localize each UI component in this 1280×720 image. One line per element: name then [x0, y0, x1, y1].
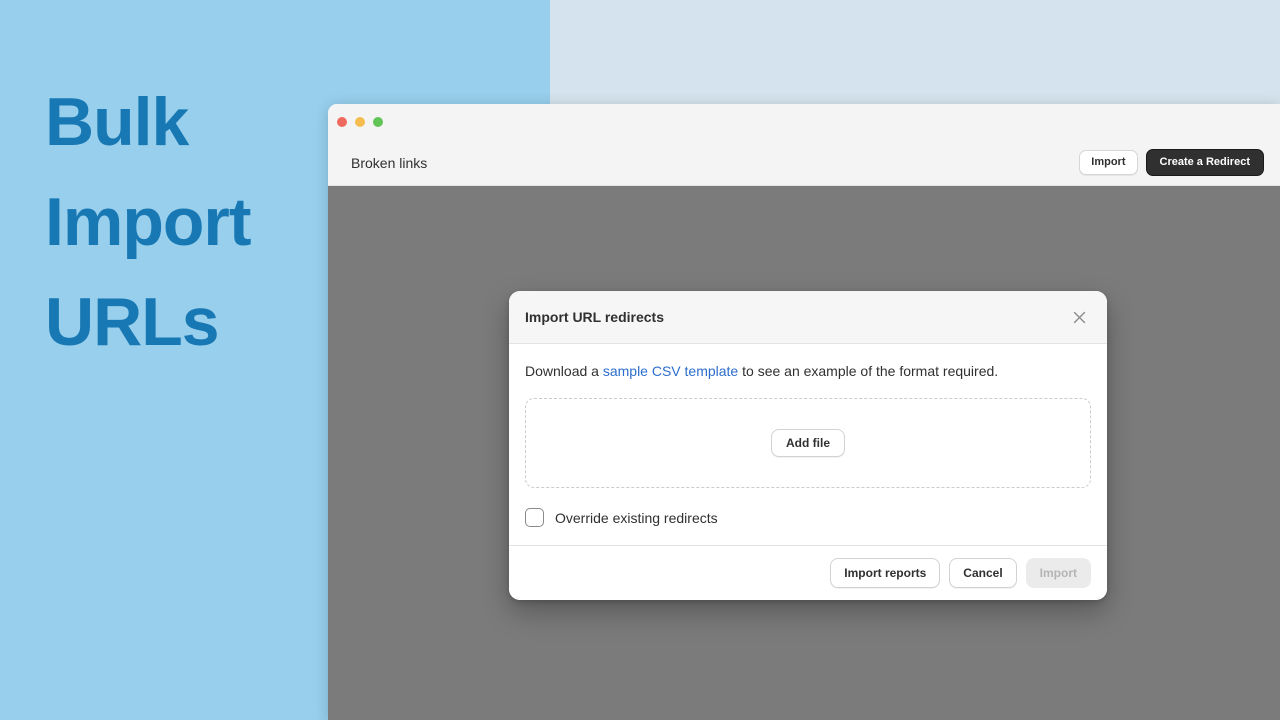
description-suffix: to see an example of the format required…	[738, 363, 999, 379]
add-file-button[interactable]: Add file	[771, 429, 845, 457]
import-reports-button[interactable]: Import reports	[830, 558, 941, 588]
override-existing-redirects-checkbox[interactable]	[525, 508, 544, 527]
hero-heading: Bulk Import URLs	[45, 84, 252, 360]
close-icon[interactable]	[1065, 303, 1093, 331]
maximize-window-dot[interactable]	[373, 117, 383, 127]
minimize-window-dot[interactable]	[355, 117, 365, 127]
file-dropzone[interactable]: Add file	[525, 398, 1091, 488]
override-existing-redirects-row: Override existing redirects	[525, 508, 1091, 527]
modal-body: Download a sample CSV template to see an…	[509, 344, 1107, 545]
modal-title: Import URL redirects	[525, 309, 664, 325]
description-prefix: Download a	[525, 363, 603, 379]
screenshot-stage: Bulk Import URLs Broken links Import Cre…	[0, 0, 1280, 720]
sample-csv-template-link[interactable]: sample CSV template	[603, 363, 738, 379]
override-existing-redirects-label: Override existing redirects	[555, 509, 718, 526]
toolbar-import-button[interactable]: Import	[1079, 150, 1138, 175]
app-toolbar: Broken links Import Create a Redirect	[328, 140, 1280, 186]
modal-header: Import URL redirects	[509, 291, 1107, 344]
close-window-dot[interactable]	[337, 117, 347, 127]
toolbar-actions: Import Create a Redirect	[1079, 149, 1264, 176]
cancel-button[interactable]: Cancel	[949, 558, 1017, 588]
window-titlebar	[328, 104, 1280, 140]
create-redirect-button[interactable]: Create a Redirect	[1145, 149, 1264, 176]
import-url-redirects-modal: Import URL redirects Download a sample C…	[509, 291, 1107, 600]
import-submit-button: Import	[1025, 558, 1091, 588]
modal-footer: Import reports Cancel Import	[509, 545, 1107, 600]
page-title: Broken links	[351, 154, 428, 171]
modal-description: Download a sample CSV template to see an…	[525, 361, 1091, 381]
